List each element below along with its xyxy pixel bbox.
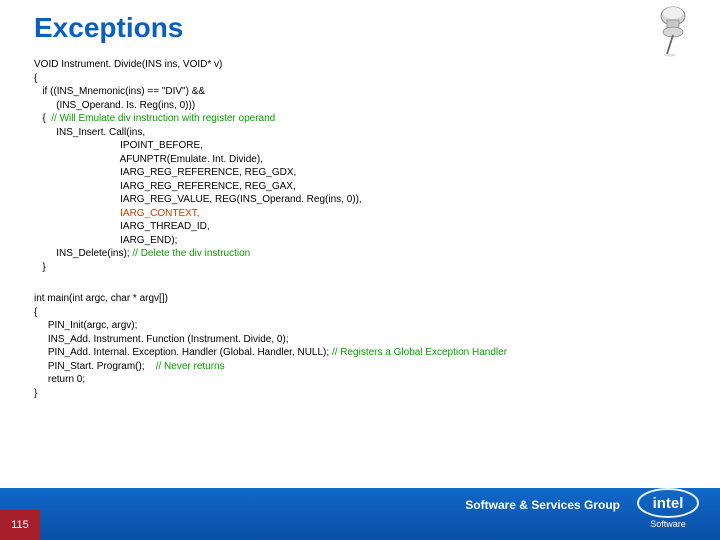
code-line: return 0;	[34, 374, 85, 385]
code-line: IARG_REG_VALUE, REG(INS_Operand. Reg(ins…	[34, 194, 362, 205]
code-line: }	[34, 262, 46, 273]
footer-bar: Software & Services Group intel Software…	[0, 488, 720, 540]
intel-logo: intel Software	[634, 487, 702, 536]
code-highlight: IARG_CONTEXT,	[34, 208, 200, 219]
pushpin-icon	[648, 2, 698, 62]
code-line: (INS_Operand. Is. Reg(ins, 0)))	[34, 100, 195, 111]
slide-title: Exceptions	[0, 0, 720, 50]
code-line: IARG_REG_REFERENCE, REG_GDX,	[34, 167, 296, 178]
code-line: {	[34, 307, 37, 318]
page-number: 115	[0, 510, 40, 540]
code-line: PIN_Init(argc, argv);	[34, 320, 137, 331]
code-comment: // Delete the div instruction	[132, 248, 250, 259]
code-line: {	[34, 113, 51, 124]
svg-text:intel: intel	[653, 495, 684, 512]
footer-label: Software & Services Group	[465, 498, 620, 512]
svg-text:Software: Software	[650, 519, 686, 529]
code-line: IPOINT_BEFORE,	[34, 140, 203, 151]
code-line: INS_Insert. Call(ins,	[34, 127, 145, 138]
code-line: INS_Add. Instrument. Function (Instrumen…	[34, 334, 289, 345]
code-line: PIN_Start. Program();	[34, 361, 156, 372]
code-comment: // Registers a Global Exception Handler	[332, 347, 507, 358]
code-comment: // Will Emulate div instruction with reg…	[51, 113, 275, 124]
code-line: PIN_Add. Internal. Exception. Handler (G…	[34, 347, 332, 358]
code-line: int main(int argc, char * argv[])	[34, 293, 168, 304]
code-line: AFUNPTR(Emulate. Int. Divide),	[34, 154, 263, 165]
code-line: IARG_THREAD_ID,	[34, 221, 210, 232]
code-line: IARG_END);	[34, 235, 177, 246]
code-block-1: VOID Instrument. Divide(INS ins, VOID* v…	[0, 50, 720, 274]
code-comment: // Never returns	[156, 361, 225, 372]
code-block-2: int main(int argc, char * argv[]) { PIN_…	[0, 274, 720, 400]
code-line: VOID Instrument. Divide(INS ins, VOID* v…	[34, 59, 222, 70]
code-line: {	[34, 73, 37, 84]
code-line: IARG_REG_REFERENCE, REG_GAX,	[34, 181, 296, 192]
code-line: INS_Delete(ins);	[34, 248, 132, 259]
code-line: if ((INS_Mnemonic(ins) == "DIV") &&	[34, 86, 205, 97]
code-line: }	[34, 388, 37, 399]
